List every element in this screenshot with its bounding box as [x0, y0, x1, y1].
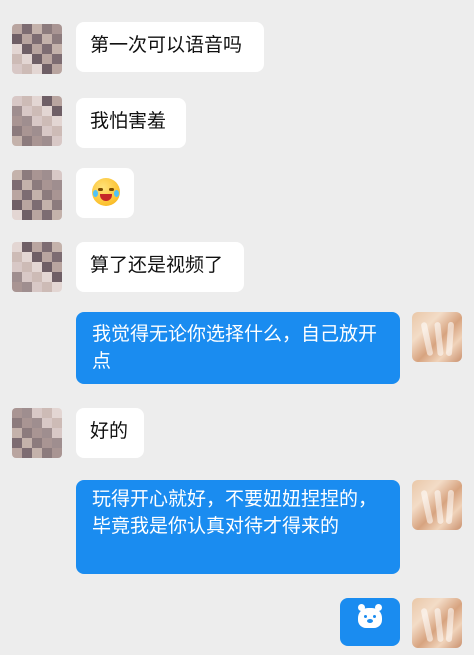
message-bubble-outgoing[interactable]: 玩得开心就好，不要妞妞捏捏的，毕竟我是你认真对待才得来的 [76, 480, 400, 574]
message-text: 第一次可以语音吗 [90, 34, 243, 56]
laughing-crying-emoji-icon [92, 178, 120, 206]
user-avatar[interactable] [412, 312, 462, 362]
contact-avatar[interactable] [12, 242, 62, 292]
contact-avatar[interactable] [12, 24, 62, 74]
message-text: 算了还是视频了 [90, 254, 224, 276]
contact-avatar[interactable] [12, 170, 62, 220]
message-bubble-incoming[interactable]: 我怕害羞 [76, 98, 186, 148]
user-avatar[interactable] [412, 480, 462, 530]
message-text: 好的 [90, 420, 129, 442]
message-text: 我觉得无论你选择什么，自己放开点 [92, 323, 378, 372]
message-bubble-incoming[interactable]: 好的 [76, 408, 144, 458]
user-avatar[interactable] [412, 598, 462, 648]
contact-avatar[interactable] [12, 408, 62, 458]
contact-avatar[interactable] [12, 96, 62, 146]
bear-sticker-icon [358, 604, 382, 628]
message-bubble-incoming[interactable]: 算了还是视频了 [76, 242, 244, 292]
message-text: 玩得开心就好，不要妞妞捏捏的，毕竟我是你认真对待才得来的 [92, 488, 378, 537]
message-bubble-incoming-emoji[interactable] [76, 168, 134, 218]
message-bubble-outgoing[interactable]: 我觉得无论你选择什么，自己放开点 [76, 312, 400, 384]
message-bubble-incoming[interactable]: 第一次可以语音吗 [76, 22, 264, 72]
message-bubble-outgoing-sticker[interactable] [340, 598, 400, 646]
message-text: 我怕害羞 [90, 110, 167, 132]
